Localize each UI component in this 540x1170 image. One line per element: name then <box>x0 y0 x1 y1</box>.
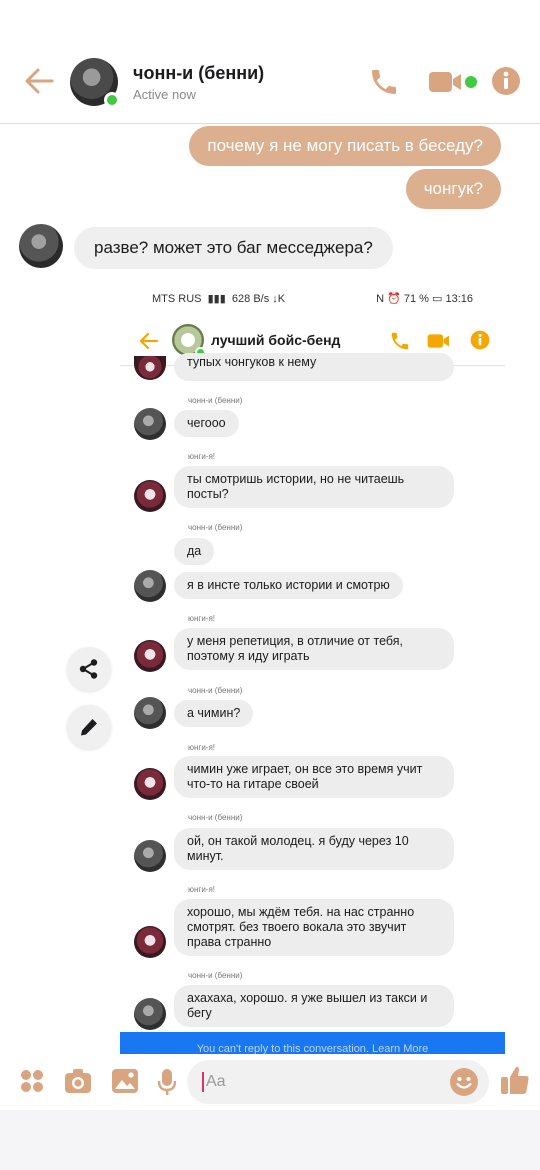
carrier-label: MTS RUS ▮▮▮ 628 B/s ↓K <box>152 292 285 305</box>
status-bar: MTS RUS ▮▮▮ 628 B/s ↓K N ⏰ 71 % ▭ 13:16 <box>120 282 505 312</box>
sender-name: юнги-я! <box>188 885 216 894</box>
info-icon <box>470 330 490 350</box>
alarm-icon: N ⏰ <box>376 293 404 305</box>
message-incoming: а чимин? <box>174 700 254 727</box>
message-incoming[interactable]: разве? может это баг месседжера? <box>74 227 393 269</box>
message-incoming: хорошо, мы ждём тебя. на нас странно смо… <box>174 899 454 956</box>
apps-icon[interactable] <box>19 1068 45 1094</box>
video-icon[interactable] <box>428 68 464 96</box>
sender-name: чонн-и (бенни) <box>188 523 243 532</box>
message-incoming: у меня репетиция, в отличие от тебя, поэ… <box>174 628 454 670</box>
message-outgoing[interactable]: почему я не могу писать в беседу? <box>189 126 501 166</box>
message-placeholder: Aa <box>206 1073 226 1090</box>
download-icon: ↓K <box>272 293 286 305</box>
group-avatar <box>172 324 206 358</box>
contact-status: Active now <box>133 87 196 102</box>
cannot-reply-banner: You can't reply to this conversation. Le… <box>120 1032 505 1054</box>
sender-avatar <box>134 640 166 672</box>
status-right: N ⏰ 71 % ▭ 13:16 <box>376 292 473 305</box>
group-title: лучший бойс-бенд <box>211 332 341 348</box>
system-navigation-area <box>0 1110 540 1170</box>
sender-name: юнги-я! <box>188 452 216 461</box>
gallery-icon[interactable] <box>111 1068 139 1094</box>
message-outgoing[interactable]: чонгук? <box>405 169 501 209</box>
message-incoming: ой, он такой молодец. я буду через 10 ми… <box>174 828 454 870</box>
battery-level: 71 % <box>403 293 429 305</box>
sender-name: чонн-и (бенни) <box>188 971 243 980</box>
message-incoming: ахахаха, хорошо. я уже вышел из такси и … <box>174 985 454 1027</box>
info-icon[interactable] <box>491 66 521 96</box>
sender-avatar <box>134 998 166 1030</box>
thumbs-up-icon[interactable] <box>499 1064 531 1096</box>
back-arrow-icon[interactable] <box>22 64 56 98</box>
message-incoming: да <box>174 538 215 565</box>
share-icon <box>79 659 98 679</box>
message-incoming: я в инсте только истории и смотрю <box>174 572 403 599</box>
message-incoming: чимин уже играет, он все это время учит … <box>174 756 454 798</box>
sender-name: чонн-и (бенни) <box>188 686 243 695</box>
battery-icon: ▭ <box>432 293 446 305</box>
phone-icon <box>391 332 409 350</box>
share-button[interactable] <box>67 647 111 691</box>
emoji-icon[interactable] <box>449 1067 479 1097</box>
shared-screenshot[interactable]: MTS RUS ▮▮▮ 628 B/s ↓K N ⏰ 71 % ▭ 13:16 … <box>120 282 505 1054</box>
clock: 13:16 <box>445 293 473 305</box>
camera-icon[interactable] <box>64 1068 92 1094</box>
signal-icon: ▮▮▮ <box>204 293 229 305</box>
sender-avatar <box>134 926 166 958</box>
edit-button[interactable] <box>67 705 111 749</box>
video-online-indicator <box>465 76 477 88</box>
contact-name[interactable]: чонн-и (бенни) <box>133 63 264 84</box>
carrier-text: MTS RUS <box>152 293 202 305</box>
back-arrow-icon <box>139 332 159 350</box>
pencil-icon <box>81 719 97 736</box>
network-speed: 628 B/s <box>231 293 270 305</box>
message-composer: Aa <box>0 1054 540 1110</box>
sender-name: чонн-и (бенни) <box>188 813 243 822</box>
conversation-header: чонн-и (бенни) Active now <box>0 0 540 124</box>
text-caret <box>202 1072 204 1092</box>
sender-avatar <box>134 840 166 872</box>
microphone-icon[interactable] <box>157 1068 177 1096</box>
sender-avatar <box>134 570 166 602</box>
sender-avatar <box>134 356 166 380</box>
sender-avatar <box>134 408 166 440</box>
contact-avatar[interactable] <box>70 58 120 108</box>
message-incoming: чегооо <box>174 410 239 437</box>
online-indicator <box>104 92 120 108</box>
sender-name: юнги-я! <box>188 743 216 752</box>
phone-icon[interactable] <box>368 66 400 98</box>
sender-name: юнги-я! <box>188 614 216 623</box>
message-incoming: ты смотришь истории, но не читаешь посты… <box>174 466 454 508</box>
sender-avatar[interactable] <box>19 224 63 268</box>
message-incoming: тупых чонгуков к нему <box>174 353 454 381</box>
video-icon <box>427 334 449 348</box>
sender-avatar <box>134 480 166 512</box>
message-input[interactable]: Aa <box>187 1060 489 1104</box>
sender-name: чонн-и (бенни) <box>188 396 243 405</box>
sender-avatar <box>134 768 166 800</box>
sender-avatar <box>134 697 166 729</box>
